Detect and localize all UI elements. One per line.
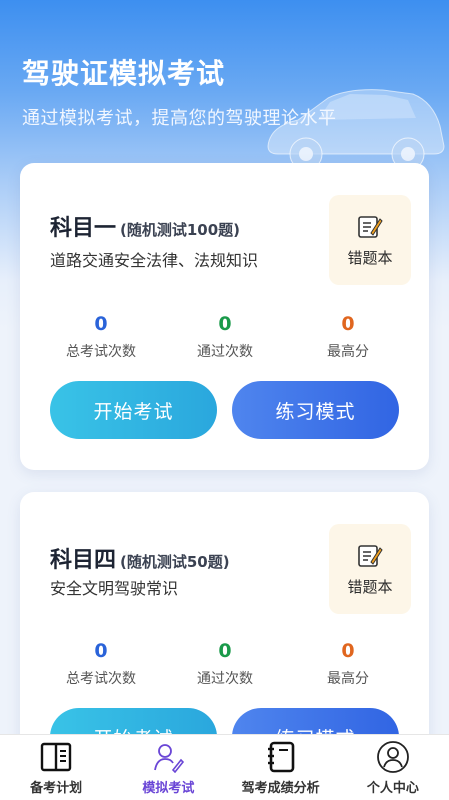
tab-score-analysis[interactable]: 驾考成绩分析 bbox=[225, 735, 337, 800]
subject-tag: (随机测试100题) bbox=[120, 221, 241, 239]
tab-label: 备考计划 bbox=[30, 781, 83, 796]
notepad-icon bbox=[358, 215, 383, 238]
subject-description: 安全文明驾驶常识 bbox=[50, 579, 179, 598]
bottom-tab-bar: 备考计划 模拟考试 驾考成绩分析 个人中心 bbox=[0, 734, 449, 800]
subject-name: 科目四 bbox=[50, 548, 117, 573]
book-open-icon bbox=[36, 739, 76, 775]
stat-best-score: 0 最高分 bbox=[283, 313, 413, 361]
page-title: 驾驶证模拟考试 bbox=[22, 57, 226, 90]
stat-value: 0 bbox=[94, 313, 108, 335]
stat-label: 通过次数 bbox=[197, 344, 253, 360]
stat-total-exams: 0 总考试次数 bbox=[36, 640, 166, 688]
stat-label: 通过次数 bbox=[197, 671, 253, 687]
start-exam-button[interactable]: 开始考试 bbox=[50, 381, 217, 439]
tab-mock-exam[interactable]: 模拟考试 bbox=[112, 735, 224, 800]
stat-label: 总考试次数 bbox=[66, 671, 136, 687]
stat-label: 总考试次数 bbox=[66, 344, 136, 360]
stat-value: 0 bbox=[94, 640, 108, 662]
subject-title: 科目四 (随机测试50题) bbox=[50, 542, 230, 574]
tab-study-plan[interactable]: 备考计划 bbox=[0, 735, 112, 800]
subject-name: 科目一 bbox=[50, 216, 117, 241]
stat-value: 0 bbox=[218, 313, 232, 335]
tab-label: 个人中心 bbox=[366, 781, 419, 796]
tab-profile[interactable]: 个人中心 bbox=[337, 735, 449, 800]
subject-card-1: 科目一 (随机测试100题) 道路交通安全法律、法规知识 错题本 0 总考试次数 … bbox=[20, 163, 429, 470]
person-pen-icon bbox=[148, 739, 188, 775]
stat-value: 0 bbox=[341, 313, 355, 335]
stat-passed: 0 通过次数 bbox=[160, 640, 290, 688]
stat-passed: 0 通过次数 bbox=[160, 313, 290, 361]
tab-label: 驾考成绩分析 bbox=[241, 781, 320, 796]
wrong-questions-label: 错题本 bbox=[347, 248, 393, 267]
stat-best-score: 0 最高分 bbox=[283, 640, 413, 688]
subject-description: 道路交通安全法律、法规知识 bbox=[50, 251, 259, 270]
stat-label: 最高分 bbox=[327, 344, 369, 360]
wrong-questions-button[interactable]: 错题本 bbox=[329, 195, 411, 285]
tab-label: 模拟考试 bbox=[142, 781, 195, 796]
practice-mode-button[interactable]: 练习模式 bbox=[232, 381, 399, 439]
wrong-questions-label: 错题本 bbox=[347, 577, 393, 596]
subject-tag: (随机测试50题) bbox=[120, 553, 230, 571]
notepad-icon bbox=[358, 544, 383, 567]
wrong-questions-button[interactable]: 错题本 bbox=[329, 524, 411, 614]
stat-value: 0 bbox=[218, 640, 232, 662]
subject-title: 科目一 (随机测试100题) bbox=[50, 210, 240, 242]
stat-total-exams: 0 总考试次数 bbox=[36, 313, 166, 361]
stat-value: 0 bbox=[341, 640, 355, 662]
notebook-icon bbox=[261, 739, 301, 775]
page-subtitle: 通过模拟考试，提高您的驾驶理论水平 bbox=[22, 108, 337, 129]
stat-label: 最高分 bbox=[327, 671, 369, 687]
user-circle-icon bbox=[373, 739, 413, 775]
